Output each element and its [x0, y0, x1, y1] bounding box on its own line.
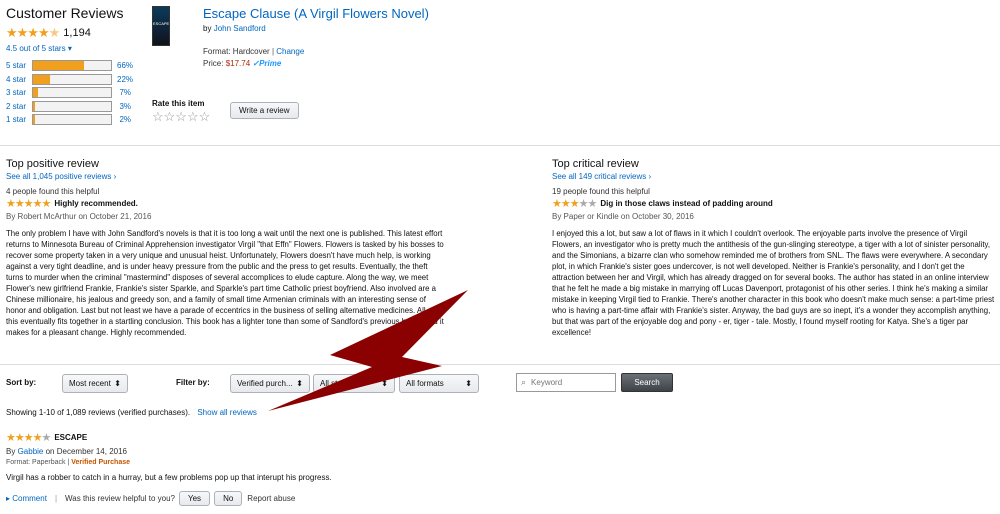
helpful-question: Was this review helpful to you? — [65, 494, 175, 503]
review-title[interactable]: ESCAPE — [54, 433, 87, 442]
review-date: on December 14, 2016 — [45, 447, 127, 456]
review-stars: ★★★★★ — [6, 432, 51, 444]
comment-label: Comment — [12, 494, 47, 503]
comment-link[interactable]: ▸ Comment — [6, 494, 47, 503]
review-by: By — [6, 447, 16, 456]
review-body: Virgil has a robber to catch in a hurray… — [6, 473, 332, 482]
review-format: Format: Paperback — [6, 459, 66, 466]
review-author-link[interactable]: Gabbie — [18, 447, 44, 456]
review-item: ★★★★★ ESCAPE By Gabbie on December 14, 2… — [6, 431, 332, 506]
helpful-no-button[interactable]: No — [214, 491, 243, 506]
helpful-yes-button[interactable]: Yes — [179, 491, 211, 506]
verified-purchase-badge: Verified Purchase — [71, 459, 131, 466]
report-abuse-link[interactable]: Report abuse — [247, 494, 295, 503]
arrow-shape — [268, 290, 468, 411]
